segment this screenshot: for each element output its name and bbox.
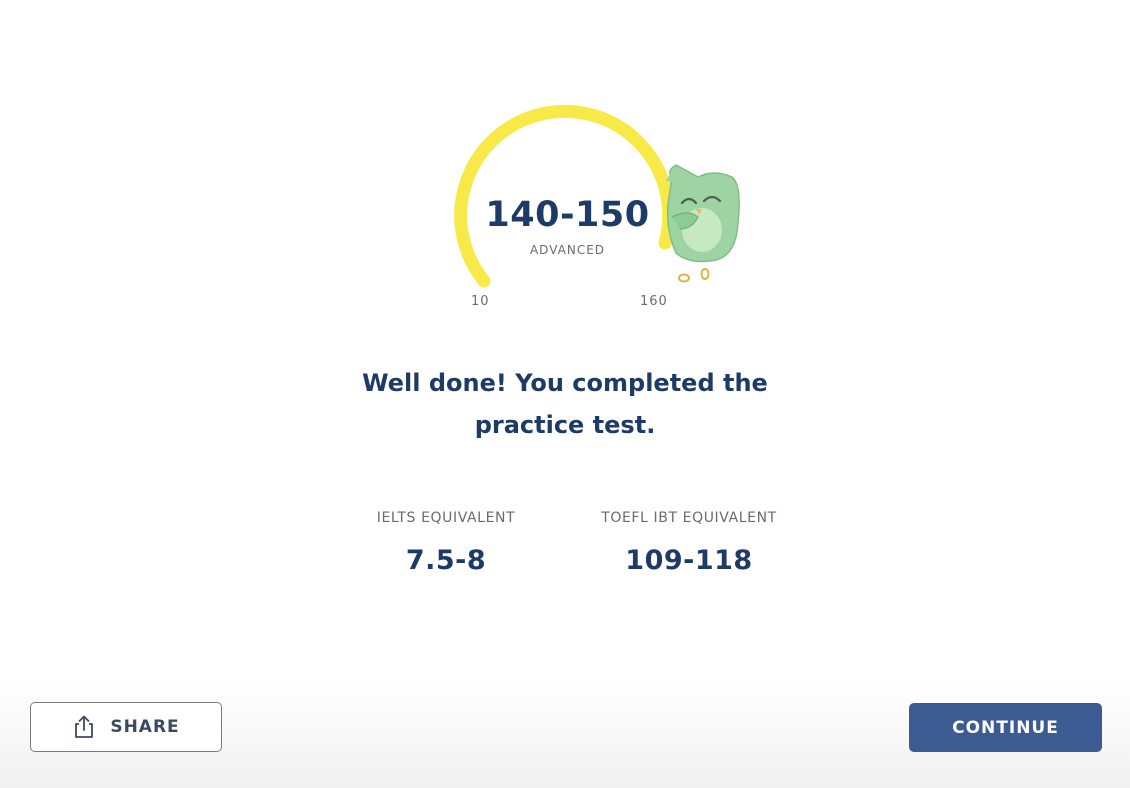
owl-mascot-icon (666, 164, 740, 283)
score-level: ADVANCED (529, 243, 606, 257)
share-button[interactable]: SHARE (30, 702, 222, 752)
share-icon (75, 715, 94, 738)
ielts-equivalent-value: 7.5-8 (405, 545, 487, 576)
completion-message-line-2: practice test. (474, 411, 656, 439)
completion-message-line-1: Well done! You completed the (362, 369, 768, 397)
ielts-equivalent-label: IELTS EQUIVALENT (376, 510, 516, 526)
completion-message: Well done! You completed the practice te… (315, 362, 815, 446)
continue-button[interactable]: CONTINUE (909, 703, 1102, 752)
score-range: 140-150 (485, 195, 650, 235)
continue-button-label: CONTINUE (952, 717, 1059, 738)
toefl-equivalent-label: TOEFL IBT EQUIVALENT (601, 510, 777, 526)
gauge-min-label: 10 (471, 294, 490, 309)
toefl-equivalent-value: 109-118 (625, 545, 753, 576)
gauge-max-label: 160 (640, 294, 668, 309)
ielts-equivalent: IELTS EQUIVALENT 7.5-8 (346, 508, 546, 578)
share-button-label: SHARE (110, 717, 180, 737)
toefl-equivalent: TOEFL IBT EQUIVALENT 109-118 (578, 508, 800, 578)
score-gauge: 140-150 ADVANCED 10 160 (440, 104, 760, 325)
